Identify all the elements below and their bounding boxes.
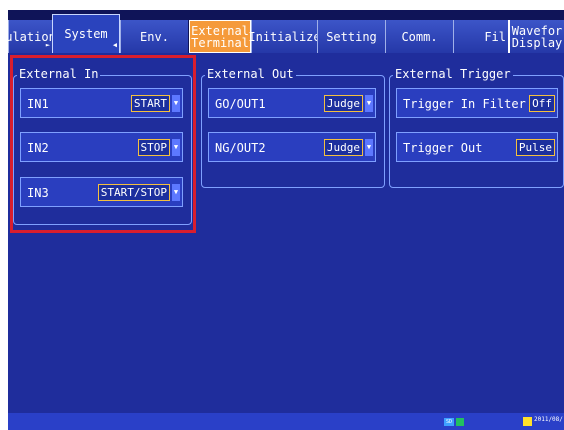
row-label: GO/OUT1	[215, 97, 266, 111]
tab-label-line1: Wavefor	[511, 23, 563, 38]
tab-arrow-icon: ◀	[112, 41, 117, 49]
trigger-in-filter-row[interactable]: Trigger In Filter Off	[396, 88, 558, 118]
tab-label: Setting	[326, 29, 377, 44]
tab-label: System	[64, 27, 108, 41]
sd-card-icon: SD	[444, 418, 454, 426]
tab-label-line2: Display	[511, 35, 563, 50]
tab-arrow-icon: ►	[45, 41, 50, 49]
tab-initialize[interactable]: Initialize	[248, 20, 321, 53]
go-out1-row[interactable]: GO/OUT1 Judge ▼	[208, 88, 376, 118]
status-bar: SD 2011/08/	[8, 413, 564, 430]
annotation-highlight-box	[10, 55, 196, 233]
trigger-in-filter-value[interactable]: Off	[529, 95, 555, 112]
tab-label: Env.	[140, 29, 169, 44]
trigger-out-value[interactable]: Pulse	[515, 139, 555, 156]
tab-waveform-display[interactable]: Wavefor Display	[508, 20, 564, 53]
chevron-down-icon[interactable]: ▼	[365, 139, 373, 156]
go-out1-value[interactable]: Judge	[323, 95, 363, 112]
warning-icon	[523, 417, 532, 426]
row-label: Trigger In Filter	[403, 97, 526, 111]
tab-label: Comm.	[401, 29, 438, 44]
ng-out2-row[interactable]: NG/OUT2 Judge ▼	[208, 132, 376, 162]
tab-label-line1: External	[191, 23, 249, 38]
group-title: External Out	[205, 67, 296, 81]
row-label: NG/OUT2	[215, 141, 266, 155]
tab-file[interactable]: Fil	[453, 20, 508, 53]
external-trigger-group: External Trigger Trigger In Filter Off T…	[389, 67, 564, 188]
status-date: 2011/08/	[534, 416, 563, 423]
row-label: Trigger Out	[403, 141, 483, 155]
tab-label: Initialize	[248, 29, 321, 44]
external-out-group: External Out GO/OUT1 Judge ▼ NG/OUT2 Jud…	[201, 67, 385, 188]
tab-label: Fil	[484, 29, 506, 44]
tab-system[interactable]: System ◀	[52, 14, 120, 53]
tab-label-line2: Terminal	[191, 35, 249, 50]
chevron-down-icon[interactable]: ▼	[365, 95, 373, 112]
tab-calculation[interactable]: ulation ►	[8, 20, 56, 53]
trigger-out-row[interactable]: Trigger Out Pulse	[396, 132, 558, 162]
tab-bar: ulation ► System ◀ Env. External Termina…	[8, 10, 564, 53]
tab-external-terminal[interactable]: External Terminal	[189, 20, 251, 53]
tab-setting[interactable]: Setting	[317, 20, 385, 53]
ng-out2-value[interactable]: Judge	[323, 139, 363, 156]
usb-icon	[456, 418, 464, 426]
tab-comm[interactable]: Comm.	[385, 20, 453, 53]
group-title: External Trigger	[393, 67, 513, 81]
tab-env[interactable]: Env.	[120, 20, 188, 53]
